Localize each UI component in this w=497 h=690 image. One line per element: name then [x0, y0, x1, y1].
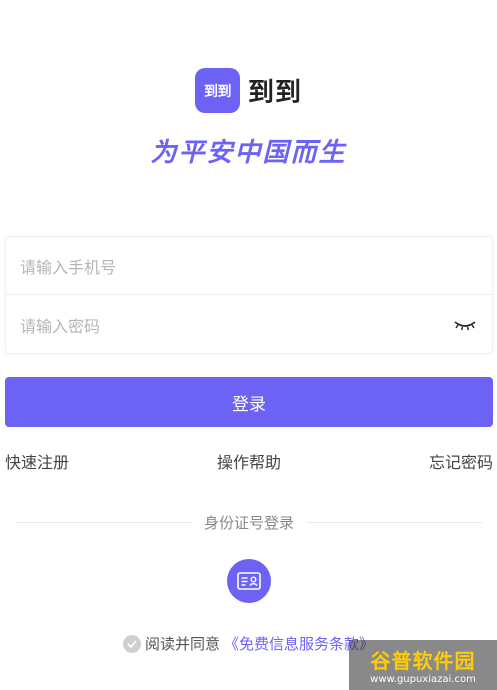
watermark-url: www.gupuxiazai.com [370, 674, 476, 685]
password-input[interactable]: 请输入密码 [6, 296, 492, 354]
check-icon [127, 639, 137, 648]
phone-input[interactable]: 请输入手机号 [6, 237, 492, 295]
app-logo: 到到 到到 [0, 68, 497, 113]
auxiliary-links: 快速注册 操作帮助 忘记密码 [5, 449, 493, 473]
id-card-login-button[interactable] [227, 559, 271, 603]
slogan: 为平安中国而生 [150, 138, 347, 168]
watermark: 谷普软件园 www.gupuxiazai.com [349, 640, 497, 690]
register-link[interactable]: 快速注册 [5, 449, 69, 473]
alt-login-label: 身份证号登录 [204, 514, 295, 532]
app-logo-badge: 到到 [194, 68, 240, 113]
phone-placeholder: 请输入手机号 [20, 257, 117, 277]
alt-login-divider: 身份证号登录 [16, 512, 483, 533]
app-name: 到到 [247, 78, 302, 108]
agree-checkbox[interactable] [122, 634, 141, 653]
id-card-icon [237, 572, 261, 590]
login-form: 请输入手机号 请输入密码 [5, 236, 493, 354]
eye-closed-icon[interactable] [454, 318, 476, 332]
forgot-password-link[interactable]: 忘记密码 [429, 449, 493, 473]
password-placeholder: 请输入密码 [20, 317, 101, 336]
watermark-title: 谷普软件园 [370, 649, 476, 673]
divider-line-left [16, 522, 192, 523]
divider-line-right [306, 522, 483, 523]
agreement-text: 阅读并同意 [144, 635, 220, 653]
help-link[interactable]: 操作帮助 [217, 449, 281, 473]
login-button[interactable]: 登录 [5, 377, 493, 427]
